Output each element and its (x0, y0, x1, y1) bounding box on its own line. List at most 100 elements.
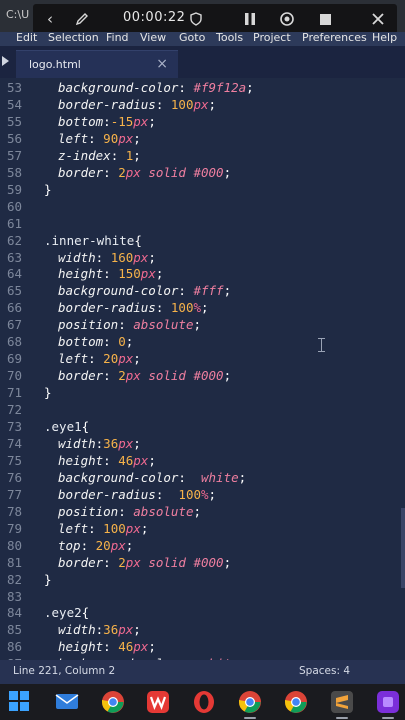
app-purple-icon[interactable] (376, 690, 400, 714)
code-text: border-radius: 100%; (58, 300, 209, 316)
code-line: 62 .inner-white{ (0, 232, 405, 249)
code-line: 69 left: 20px; (0, 350, 405, 367)
line-number: 76 (6, 469, 22, 485)
code-line: 61 (0, 215, 405, 232)
code-text: height: 46px; (58, 639, 156, 655)
running-indicator (382, 717, 394, 719)
code-line: 65 background-color: #fff; (0, 282, 405, 299)
menu-item-selection[interactable]: Selection (48, 32, 99, 44)
window-title: C:\U (6, 8, 30, 21)
line-number: 68 (6, 334, 22, 350)
menu-item-find[interactable]: Find (106, 32, 129, 44)
line-number: 70 (6, 368, 22, 384)
code-line: 67 position: absolute; (0, 316, 405, 333)
line-number: 82 (6, 571, 22, 587)
pen-icon[interactable] (71, 4, 93, 34)
sublime-text-icon[interactable] (330, 690, 354, 714)
line-number: 59 (6, 181, 22, 197)
menu-item-tools[interactable]: Tools (216, 32, 243, 44)
restart-icon[interactable] (276, 4, 298, 34)
code-text: .eye2{ (44, 605, 90, 621)
code-line: 75 height: 46px; (0, 452, 405, 469)
code-line: 84 .eye2{ (0, 604, 405, 621)
wps-office-icon[interactable] (146, 690, 170, 714)
code-line: 77 border-radius: 100%; (0, 486, 405, 503)
line-number: 77 (6, 486, 22, 502)
line-number: 84 (6, 605, 22, 621)
running-indicator (336, 717, 348, 719)
code-line: 54 border-radius: 100px; (0, 96, 405, 113)
line-number: 74 (6, 435, 22, 451)
code-text: border: 2px solid #000; (58, 164, 232, 180)
taskbar (0, 684, 405, 720)
code-text: background-color: #fff; (58, 283, 232, 299)
chrome-profile-2-icon[interactable] (284, 690, 308, 714)
opera-icon[interactable] (192, 690, 216, 714)
shield-icon[interactable] (185, 4, 207, 34)
sidebar-toggle-icon[interactable] (2, 56, 9, 66)
code-text: background-color: white; (58, 469, 247, 485)
menu-item-goto[interactable]: Goto (179, 32, 205, 44)
running-indicator (244, 717, 256, 719)
tab-bar: logo.html × (0, 46, 405, 79)
mail-icon[interactable] (55, 690, 79, 714)
line-number: 58 (6, 164, 22, 180)
status-bar: Line 221, Column 2 Spaces: 4 (0, 660, 405, 684)
code-line: 63 width: 160px; (0, 249, 405, 266)
menu-item-edit[interactable]: Edit (16, 32, 37, 44)
code-line: 74 width:36px; (0, 435, 405, 452)
screen-recorder-toolbar: ‹ 00:00:22 (33, 4, 397, 34)
stop-icon[interactable] (314, 4, 336, 34)
menu-item-help[interactable]: Help (372, 32, 397, 44)
code-text: } (44, 385, 52, 401)
line-number: 61 (6, 215, 22, 231)
line-number: 53 (6, 80, 22, 95)
code-line: 68 bottom: 0; (0, 333, 405, 350)
close-icon[interactable] (367, 4, 389, 34)
code-text: background-color: #f9f12a; (58, 80, 254, 95)
windows-start-icon[interactable] (8, 690, 32, 714)
code-line: 66 border-radius: 100%; (0, 299, 405, 316)
line-number: 80 (6, 537, 22, 553)
line-number: 64 (6, 266, 22, 282)
chrome-profile-icon[interactable] (238, 690, 262, 714)
line-number: 79 (6, 520, 22, 536)
code-line: 82} (0, 571, 405, 588)
line-number: 69 (6, 351, 22, 367)
menu-item-view[interactable]: View (140, 32, 166, 44)
collapse-icon[interactable]: ‹ (39, 4, 61, 34)
code-text: } (44, 571, 52, 587)
indentation-setting[interactable]: Spaces: 4 (299, 665, 350, 677)
line-number: 73 (6, 419, 22, 434)
code-line: 85 width:36px; (0, 621, 405, 638)
line-number: 65 (6, 283, 22, 299)
recording-timer: 00:00:22 (123, 10, 186, 25)
code-line: 76 background-color: white; (0, 469, 405, 486)
code-text: width:36px; (58, 622, 141, 638)
menu-item-preferences[interactable]: Preferences (302, 32, 367, 44)
line-number: 85 (6, 622, 22, 638)
code-line: 81 border: 2px solid #000; (0, 554, 405, 571)
code-text: border-radius: 100%; (58, 486, 217, 502)
line-number: 62 (6, 232, 22, 248)
menu-bar: Edit Selection Find View Goto Tools Project Pre… (0, 32, 405, 46)
tab-logo-html[interactable]: logo.html × (16, 50, 178, 79)
code-line: 56 left: 90px; (0, 130, 405, 147)
code-text: width: 160px; (58, 249, 156, 265)
chrome-icon[interactable] (101, 690, 125, 714)
code-text: left: 90px; (58, 130, 141, 146)
line-number: 86 (6, 639, 22, 655)
pause-icon[interactable] (239, 4, 261, 34)
code-text: bottom:-15px; (58, 113, 156, 129)
code-line: 73 .eye1{ (0, 418, 405, 435)
code-text: left: 20px; (58, 351, 141, 367)
tab-close-icon[interactable]: × (156, 56, 168, 72)
code-line: 78 position: absolute; (0, 503, 405, 520)
line-number: 81 (6, 554, 22, 570)
code-text: width:36px; (58, 435, 141, 451)
menu-item-project[interactable]: Project (253, 32, 291, 44)
line-number: 56 (6, 130, 22, 146)
code-text: z-index: 1; (58, 147, 141, 163)
code-editor[interactable]: 53 background-color: #f9f12a; 54 border-rad… (0, 78, 405, 660)
line-number: 63 (6, 249, 22, 265)
